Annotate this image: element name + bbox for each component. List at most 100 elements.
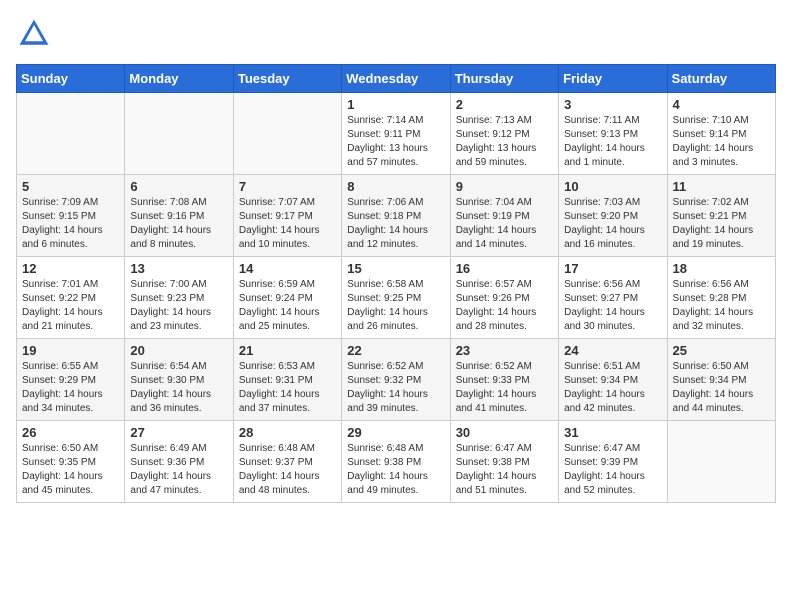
calendar-cell: 11 Sunrise: 7:02 AM Sunset: 9:21 PM Dayli… xyxy=(667,175,775,257)
day-number: 1 xyxy=(347,97,444,112)
header-friday: Friday xyxy=(559,65,667,93)
day-info: Sunrise: 7:07 AM Sunset: 9:17 PM Dayligh… xyxy=(239,196,336,252)
day-number: 24 xyxy=(564,343,661,358)
calendar-cell: 14 Sunrise: 6:59 AM Sunset: 9:24 PM Dayli… xyxy=(233,257,341,339)
day-info: Sunrise: 7:04 AM Sunset: 9:19 PM Dayligh… xyxy=(456,196,553,252)
calendar-week-row: 26 Sunrise: 6:50 AM Sunset: 9:35 PM Dayli… xyxy=(17,421,776,503)
day-number: 16 xyxy=(456,261,553,276)
calendar-week-row: 5 Sunrise: 7:09 AM Sunset: 9:15 PM Daylig… xyxy=(17,175,776,257)
day-number: 30 xyxy=(456,425,553,440)
day-info: Sunrise: 6:52 AM Sunset: 9:32 PM Dayligh… xyxy=(347,360,444,416)
calendar-cell: 27 Sunrise: 6:49 AM Sunset: 9:36 PM Dayli… xyxy=(125,421,233,503)
day-info: Sunrise: 7:09 AM Sunset: 9:15 PM Dayligh… xyxy=(22,196,119,252)
day-info: Sunrise: 6:55 AM Sunset: 9:29 PM Dayligh… xyxy=(22,360,119,416)
day-number: 20 xyxy=(130,343,227,358)
calendar-cell: 17Sunrise: 6:56 AM Sunset: 9:27 PM Dayli… xyxy=(559,257,667,339)
calendar-cell xyxy=(667,421,775,503)
day-number: 26 xyxy=(22,425,119,440)
day-info: Sunrise: 7:02 AM Sunset: 9:21 PM Dayligh… xyxy=(673,196,770,252)
header-wednesday: Wednesday xyxy=(342,65,450,93)
day-info: Sunrise: 7:08 AM Sunset: 9:16 PM Dayligh… xyxy=(130,196,227,252)
day-info: Sunrise: 7:06 AM Sunset: 9:18 PM Dayligh… xyxy=(347,196,444,252)
calendar-cell: 4Sunrise: 7:10 AM Sunset: 9:14 PM Daylig… xyxy=(667,93,775,175)
day-number: 5 xyxy=(22,179,119,194)
logo xyxy=(16,16,56,52)
day-number: 14 xyxy=(239,261,336,276)
day-number: 6 xyxy=(130,179,227,194)
calendar-cell: 2Sunrise: 7:13 AM Sunset: 9:12 PM Daylig… xyxy=(450,93,558,175)
calendar-cell: 21 Sunrise: 6:53 AM Sunset: 9:31 PM Dayli… xyxy=(233,339,341,421)
calendar-cell: 22 Sunrise: 6:52 AM Sunset: 9:32 PM Dayli… xyxy=(342,339,450,421)
day-info: Sunrise: 7:11 AM Sunset: 9:13 PM Dayligh… xyxy=(564,114,661,170)
calendar-cell: 24 Sunrise: 6:51 AM Sunset: 9:34 PM Dayli… xyxy=(559,339,667,421)
day-number: 15 xyxy=(347,261,444,276)
calendar-cell: 20 Sunrise: 6:54 AM Sunset: 9:30 PM Dayli… xyxy=(125,339,233,421)
day-number: 3 xyxy=(564,97,661,112)
day-info: Sunrise: 6:50 AM Sunset: 9:35 PM Dayligh… xyxy=(22,442,119,498)
calendar-cell: 10Sunrise: 7:03 AM Sunset: 9:20 PM Dayli… xyxy=(559,175,667,257)
calendar-cell: 26 Sunrise: 6:50 AM Sunset: 9:35 PM Dayli… xyxy=(17,421,125,503)
calendar-cell: 18 Sunrise: 6:56 AM Sunset: 9:28 PM Dayli… xyxy=(667,257,775,339)
calendar-week-row: 12Sunrise: 7:01 AM Sunset: 9:22 PM Dayli… xyxy=(17,257,776,339)
calendar-cell: 8Sunrise: 7:06 AM Sunset: 9:18 PM Daylig… xyxy=(342,175,450,257)
day-number: 27 xyxy=(130,425,227,440)
day-info: Sunrise: 6:59 AM Sunset: 9:24 PM Dayligh… xyxy=(239,278,336,334)
day-info: Sunrise: 6:56 AM Sunset: 9:27 PM Dayligh… xyxy=(564,278,661,334)
calendar-cell: 15 Sunrise: 6:58 AM Sunset: 9:25 PM Dayli… xyxy=(342,257,450,339)
day-number: 9 xyxy=(456,179,553,194)
day-number: 31 xyxy=(564,425,661,440)
calendar-cell: 25Sunrise: 6:50 AM Sunset: 9:34 PM Dayli… xyxy=(667,339,775,421)
header-tuesday: Tuesday xyxy=(233,65,341,93)
day-number: 22 xyxy=(347,343,444,358)
calendar-cell: 5 Sunrise: 7:09 AM Sunset: 9:15 PM Daylig… xyxy=(17,175,125,257)
calendar-cell: 28 Sunrise: 6:48 AM Sunset: 9:37 PM Dayli… xyxy=(233,421,341,503)
calendar-cell xyxy=(17,93,125,175)
day-info: Sunrise: 7:14 AM Sunset: 9:11 PM Dayligh… xyxy=(347,114,444,170)
calendar-cell: 13Sunrise: 7:00 AM Sunset: 9:23 PM Dayli… xyxy=(125,257,233,339)
day-number: 23 xyxy=(456,343,553,358)
day-info: Sunrise: 6:57 AM Sunset: 9:26 PM Dayligh… xyxy=(456,278,553,334)
header-thursday: Thursday xyxy=(450,65,558,93)
day-info: Sunrise: 7:10 AM Sunset: 9:14 PM Dayligh… xyxy=(673,114,770,170)
calendar-header-row: SundayMondayTuesdayWednesdayThursdayFrid… xyxy=(17,65,776,93)
calendar-week-row: 1 Sunrise: 7:14 AM Sunset: 9:11 PM Daylig… xyxy=(17,93,776,175)
calendar-cell: 16 Sunrise: 6:57 AM Sunset: 9:26 PM Dayli… xyxy=(450,257,558,339)
day-number: 21 xyxy=(239,343,336,358)
day-number: 11 xyxy=(673,179,770,194)
day-info: Sunrise: 6:48 AM Sunset: 9:38 PM Dayligh… xyxy=(347,442,444,498)
day-info: Sunrise: 7:13 AM Sunset: 9:12 PM Dayligh… xyxy=(456,114,553,170)
day-number: 29 xyxy=(347,425,444,440)
day-info: Sunrise: 6:51 AM Sunset: 9:34 PM Dayligh… xyxy=(564,360,661,416)
header xyxy=(16,16,776,52)
calendar-cell: 3 Sunrise: 7:11 AM Sunset: 9:13 PM Daylig… xyxy=(559,93,667,175)
calendar-cell: 9 Sunrise: 7:04 AM Sunset: 9:19 PM Daylig… xyxy=(450,175,558,257)
day-info: Sunrise: 6:58 AM Sunset: 9:25 PM Dayligh… xyxy=(347,278,444,334)
day-info: Sunrise: 6:56 AM Sunset: 9:28 PM Dayligh… xyxy=(673,278,770,334)
day-info: Sunrise: 6:50 AM Sunset: 9:34 PM Dayligh… xyxy=(673,360,770,416)
day-number: 28 xyxy=(239,425,336,440)
day-info: Sunrise: 6:52 AM Sunset: 9:33 PM Dayligh… xyxy=(456,360,553,416)
day-info: Sunrise: 6:49 AM Sunset: 9:36 PM Dayligh… xyxy=(130,442,227,498)
calendar-cell: 1 Sunrise: 7:14 AM Sunset: 9:11 PM Daylig… xyxy=(342,93,450,175)
calendar-cell xyxy=(125,93,233,175)
day-info: Sunrise: 6:53 AM Sunset: 9:31 PM Dayligh… xyxy=(239,360,336,416)
header-saturday: Saturday xyxy=(667,65,775,93)
header-monday: Monday xyxy=(125,65,233,93)
day-number: 10 xyxy=(564,179,661,194)
calendar-cell: 30 Sunrise: 6:47 AM Sunset: 9:38 PM Dayli… xyxy=(450,421,558,503)
calendar-cell: 29 Sunrise: 6:48 AM Sunset: 9:38 PM Dayli… xyxy=(342,421,450,503)
day-number: 7 xyxy=(239,179,336,194)
calendar-cell: 12Sunrise: 7:01 AM Sunset: 9:22 PM Dayli… xyxy=(17,257,125,339)
calendar-cell: 7 Sunrise: 7:07 AM Sunset: 9:17 PM Daylig… xyxy=(233,175,341,257)
day-info: Sunrise: 7:01 AM Sunset: 9:22 PM Dayligh… xyxy=(22,278,119,334)
day-info: Sunrise: 6:54 AM Sunset: 9:30 PM Dayligh… xyxy=(130,360,227,416)
day-info: Sunrise: 6:47 AM Sunset: 9:38 PM Dayligh… xyxy=(456,442,553,498)
calendar-cell: 6 Sunrise: 7:08 AM Sunset: 9:16 PM Daylig… xyxy=(125,175,233,257)
header-sunday: Sunday xyxy=(17,65,125,93)
day-number: 19 xyxy=(22,343,119,358)
calendar-cell: 31Sunrise: 6:47 AM Sunset: 9:39 PM Dayli… xyxy=(559,421,667,503)
day-number: 18 xyxy=(673,261,770,276)
day-info: Sunrise: 6:48 AM Sunset: 9:37 PM Dayligh… xyxy=(239,442,336,498)
day-number: 13 xyxy=(130,261,227,276)
calendar-cell xyxy=(233,93,341,175)
